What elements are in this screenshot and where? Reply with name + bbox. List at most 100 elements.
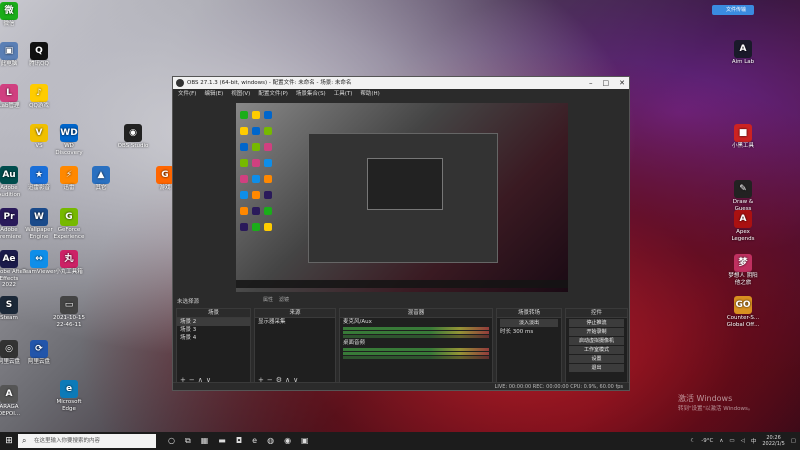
- stop-streaming-button[interactable]: 停止推流: [569, 319, 624, 327]
- scene-item[interactable]: 场景 2: [177, 318, 250, 326]
- transition-select[interactable]: 淡入淡出: [500, 319, 558, 327]
- weather-icon[interactable]: ☾: [690, 438, 695, 444]
- screenshot-icon: ▭: [60, 296, 78, 314]
- desktop-icon-geforce[interactable]: G GeForce Experience: [52, 208, 86, 240]
- desktop-icon-qq-music[interactable]: ♪ QQ游戏: [22, 84, 56, 110]
- desktop-icon-label: 阿里云盘: [27, 359, 50, 365]
- tray-chevron-icon[interactable]: ∧: [719, 438, 723, 444]
- transitions-dock: 场景转场 淡入淡出 时长 300 ms: [496, 308, 562, 386]
- app-icon[interactable]: ▣: [301, 436, 309, 446]
- desktop-icon-vshare[interactable]: V VS: [22, 124, 56, 150]
- folder-icon[interactable]: ▬: [218, 436, 226, 446]
- desktop-icon-app10[interactable]: ⟳ 阿里云盘: [22, 340, 56, 366]
- teamviewer-icon: ↔: [30, 250, 48, 268]
- maximize-icon[interactable]: □: [603, 77, 610, 89]
- menu-view[interactable]: 视图(V): [231, 89, 250, 100]
- app9-icon: ◎: [0, 340, 18, 358]
- preview-mini-icon: [252, 191, 260, 199]
- desktop-icon-screenshot[interactable]: ▭ 2021-10-15 22-46-11: [52, 296, 86, 328]
- app-icon[interactable]: ▦: [201, 436, 209, 446]
- preview-mini-icon: [252, 111, 260, 119]
- desktop-icon-draw-guess[interactable]: ✎ Draw & Guess: [726, 180, 760, 212]
- sources-title: 来源: [255, 309, 335, 318]
- desktop-icon-teamviewer[interactable]: ↔ TeamViewer: [22, 250, 56, 276]
- menu-tools[interactable]: 工具(T): [334, 89, 353, 100]
- desktop-icon-wallpaper[interactable]: W Wallpaper Engine: [22, 208, 56, 240]
- settings-button[interactable]: 设置: [569, 355, 624, 363]
- desktop-icon-label: Apex Legends: [731, 229, 755, 242]
- menu-edit[interactable]: 编辑(E): [204, 89, 223, 100]
- volume-slider[interactable]: [343, 356, 489, 359]
- menu-file[interactable]: 文件(F): [178, 89, 196, 100]
- volume-slider[interactable]: [343, 335, 489, 338]
- start-button[interactable]: ⊞: [0, 432, 18, 450]
- start-recording-button[interactable]: 开始录制: [569, 328, 624, 336]
- preview-taskbar: [236, 280, 568, 288]
- source-item[interactable]: 显示器采集: [255, 318, 335, 326]
- desktop-icon-csgo[interactable]: GO Counter-S... Global Off...: [726, 296, 760, 328]
- properties-button[interactable]: 属性: [263, 296, 273, 303]
- desktop-icon-steam[interactable]: S Steam: [0, 296, 26, 322]
- qq-icon: Q: [30, 42, 48, 60]
- vshare-icon: V: [30, 124, 48, 142]
- app6-icon: ▲: [92, 166, 110, 184]
- desktop-icon-aimlab[interactable]: A Aim Lab: [726, 40, 760, 66]
- csgo-icon: GO: [734, 296, 752, 314]
- scene-item[interactable]: 场景 4: [177, 334, 250, 342]
- weather-temp[interactable]: -9°C: [701, 438, 713, 444]
- file-transfer-button[interactable]: 文件传输: [712, 5, 754, 15]
- wallpaper-icon: W: [30, 208, 48, 226]
- desktop-icon-app4[interactable]: ★ 迅雷影音: [22, 166, 56, 192]
- desktop-icon-apex[interactable]: A Apex Legends: [726, 210, 760, 242]
- obs-preview[interactable]: [236, 103, 568, 292]
- desktop-icon-edge[interactable]: e Microsoft Edge: [52, 380, 86, 412]
- preview-mini-icon: [240, 143, 248, 151]
- desktop-icon-qq[interactable]: Q 腾讯QQ: [22, 42, 56, 68]
- network-icon[interactable]: ▭: [729, 438, 734, 444]
- taskbar-search[interactable]: ⌕ 在这里输入你要搜索的内容: [18, 434, 156, 448]
- desktop-icon-app8[interactable]: 丸小丸工具箱: [52, 250, 86, 276]
- volume-icon[interactable]: ◁: [741, 438, 745, 444]
- duration-input[interactable]: 300 ms: [513, 329, 533, 335]
- menu-scene-collection[interactable]: 场景集合(S): [296, 89, 326, 100]
- nested-preview-deep: [367, 158, 443, 210]
- scene-item[interactable]: 场景 3: [177, 326, 250, 334]
- desktop-icon-wd[interactable]: WD WD Discovery: [52, 124, 86, 156]
- mixer-title: 混音器: [340, 309, 492, 318]
- app-icon[interactable]: ◘: [236, 436, 242, 446]
- obs-taskbar-icon[interactable]: ◉: [284, 436, 291, 446]
- virtual-camera-button[interactable]: 启动虚拟摄像机: [569, 337, 624, 345]
- desktop-icon-app5[interactable]: ⚡ 迅雷: [52, 166, 86, 192]
- ime-indicator[interactable]: 中: [751, 437, 757, 445]
- task-view-icon[interactable]: ⧉: [185, 436, 191, 446]
- chrome-icon[interactable]: ◍: [267, 436, 274, 446]
- notification-icon[interactable]: ▢: [791, 438, 796, 444]
- obs-window: OBS 27.1.3 (64-bit, windows) - 配置文件: 未命名…: [172, 76, 630, 391]
- desktop-icon-obs[interactable]: ◉ OBS Studio: [116, 124, 150, 150]
- desktop-icon-app6[interactable]: ▲ 其它: [84, 166, 118, 192]
- desktop-icon-app12[interactable]: ■ 小黑工具: [726, 124, 760, 150]
- filters-button[interactable]: 滤镜: [279, 296, 289, 303]
- edge-icon[interactable]: e: [252, 436, 257, 446]
- close-icon[interactable]: ✕: [619, 77, 625, 89]
- clock[interactable]: 20:26 2022/1/5: [762, 435, 784, 447]
- desktop-icon-wechat[interactable]: 微微信: [0, 2, 26, 28]
- volume-meter: [343, 348, 489, 351]
- menu-profile[interactable]: 配置文件(P): [258, 89, 288, 100]
- desktop-icon-label: 腾讯QQ: [29, 61, 49, 67]
- studio-mode-button[interactable]: 工作室模式: [569, 346, 624, 354]
- preview-mini-icon: [252, 175, 260, 183]
- adobe-au-icon: Au: [0, 166, 18, 184]
- cortana-icon[interactable]: ○: [168, 436, 175, 446]
- desktop-icon-label: TeamViewer: [22, 269, 56, 275]
- exit-button[interactable]: 退出: [569, 364, 624, 372]
- minimize-icon[interactable]: –: [589, 77, 593, 89]
- desktop-icon-label: Aim Lab: [731, 59, 755, 65]
- desktop-icon-app11[interactable]: A ARAGA DEPOI...: [0, 385, 26, 417]
- desktop-icon-app13[interactable]: 梦梦想人 阴阳 他之旅: [726, 254, 760, 286]
- preview-mini-icon: [264, 127, 272, 135]
- geforce-icon: G: [60, 208, 78, 226]
- menu-help[interactable]: 帮助(H): [360, 89, 379, 100]
- preview-mini-icon: [240, 223, 248, 231]
- scenes-title: 场景: [177, 309, 250, 318]
